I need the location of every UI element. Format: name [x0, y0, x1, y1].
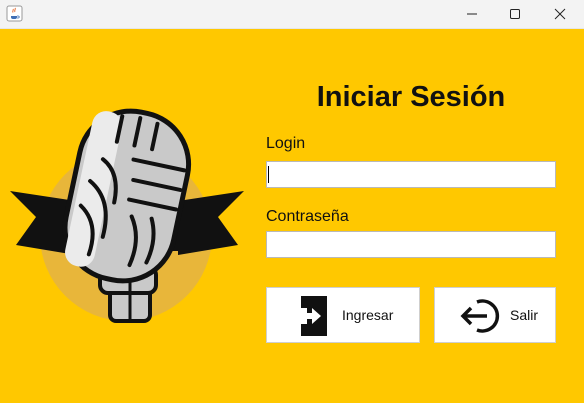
password-input[interactable] [266, 231, 556, 258]
salir-button[interactable]: Salir [434, 287, 556, 343]
window-titlebar [0, 0, 584, 29]
ingresar-button[interactable]: Ingresar [266, 287, 420, 343]
password-label: Contraseña [266, 208, 349, 225]
exit-arrow-icon [460, 299, 500, 333]
microphone-illustration [10, 108, 244, 323]
login-label: Login [266, 135, 306, 152]
close-button[interactable] [539, 0, 581, 28]
ingresar-label: Ingresar [342, 307, 394, 323]
maximize-button[interactable] [494, 0, 536, 28]
login-input[interactable] [266, 161, 556, 188]
minimize-button[interactable] [451, 0, 493, 28]
text-caret [268, 166, 269, 183]
minimize-icon [467, 13, 477, 15]
salir-label: Salir [510, 307, 539, 323]
maximize-icon [510, 9, 520, 19]
close-icon [554, 8, 566, 20]
java-cup-icon[interactable] [6, 5, 23, 22]
login-arrow-icon [301, 296, 327, 336]
page-title: Iniciar Sesión [316, 81, 506, 113]
login-panel: Iniciar Sesión Login Contraseña Ingresar… [0, 29, 584, 403]
